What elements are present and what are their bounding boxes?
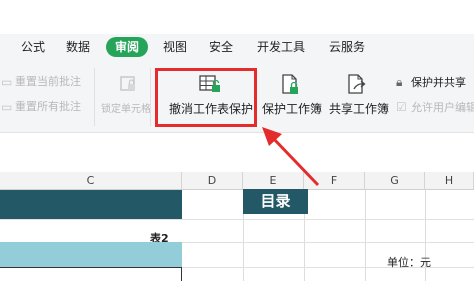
share-workbook-label: 共享工作簿: [329, 102, 390, 116]
allow-edit-button[interactable]: 允许用户编辑: [411, 101, 474, 114]
column-header-g[interactable]: G: [365, 172, 425, 190]
cell-header-dark[interactable]: [0, 190, 182, 219]
reset-comment-icon: ▭: [1, 75, 13, 89]
menu-formula[interactable]: 公式: [21, 39, 45, 55]
highlight-box: [155, 68, 257, 127]
column-header-d[interactable]: D: [182, 172, 243, 190]
ribbon-divider: [150, 68, 151, 126]
column-header-f[interactable]: F: [304, 172, 365, 190]
protect-workbook-icon: [282, 74, 298, 94]
protect-workbook-label: 保护工作簿: [262, 102, 323, 116]
formula-bar-area: [0, 132, 474, 172]
protect-share-icon: 🔒︎: [396, 75, 403, 89]
menu-cloud[interactable]: 云服务: [329, 39, 365, 55]
protect-share-button[interactable]: 保护并共享: [411, 76, 466, 89]
menu-review-active[interactable]: 审阅: [106, 37, 148, 57]
gridline: [0, 219, 474, 220]
cell-header-light[interactable]: [0, 242, 182, 267]
ribbon-divider: [94, 68, 95, 126]
menu-view[interactable]: 视图: [163, 39, 187, 55]
lock-cell-button[interactable]: 锁定单元格: [101, 103, 151, 116]
share-workbook-icon: [348, 74, 366, 94]
reset-all-comments-icon: ▭: [1, 100, 13, 114]
column-header-e[interactable]: E: [243, 172, 304, 190]
menu-developer[interactable]: 开发工具: [257, 39, 305, 55]
reset-current-comment-button[interactable]: 重置当前批注: [15, 75, 81, 88]
reset-all-comments-button[interactable]: 重置所有批注: [15, 100, 81, 113]
menu-security[interactable]: 安全: [209, 39, 233, 55]
title-cell[interactable]: 目录: [243, 189, 308, 214]
menu-data[interactable]: 数据: [66, 39, 90, 55]
column-header-c[interactable]: C: [0, 172, 182, 190]
lock-cell-icon: [120, 76, 135, 91]
unit-label-cell[interactable]: 单位：元: [387, 254, 431, 270]
column-header-h[interactable]: H: [425, 172, 474, 190]
allow-edit-icon: ☑: [396, 100, 407, 114]
cell-bordered[interactable]: [0, 267, 182, 281]
